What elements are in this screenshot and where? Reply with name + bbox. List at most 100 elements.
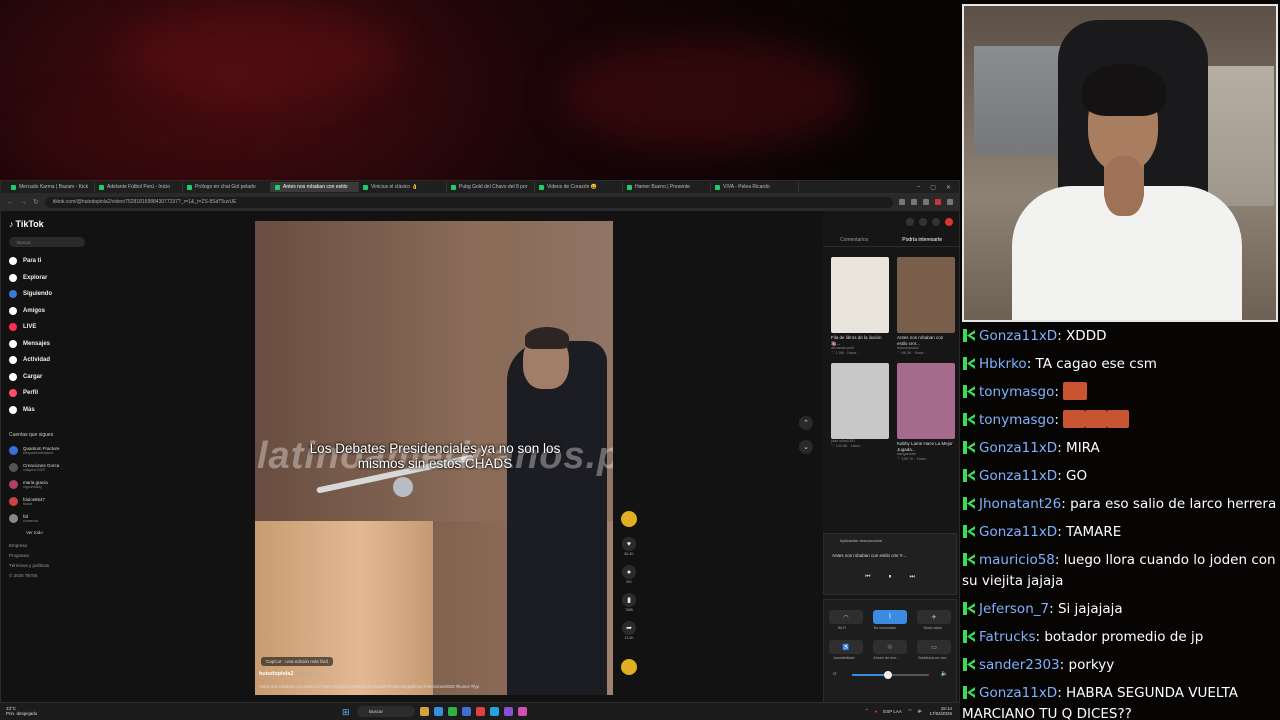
speaker-icon[interactable]: 🔈 xyxy=(941,670,948,677)
settings-icon[interactable] xyxy=(906,218,914,226)
footer-link[interactable]: Programa xyxy=(9,551,49,561)
heart-icon[interactable]: ♥ xyxy=(622,537,636,551)
chat-username[interactable]: Gonza11xD xyxy=(979,468,1057,484)
video-thumbnail[interactable] xyxy=(831,363,889,439)
maximize-button[interactable]: ▢ xyxy=(930,184,936,191)
volume-icon[interactable]: 🔈 xyxy=(918,708,924,714)
sidebar-item-mensajes[interactable]: Mensajes xyxy=(9,336,88,353)
browser-tab[interactable]: Pubg Gold del Chavo del 8 por xyxy=(447,182,535,192)
tiktok-logo[interactable]: ♪ TikTok xyxy=(9,217,88,231)
chat-username[interactable]: Gonza11xD xyxy=(979,440,1057,456)
app-icon[interactable] xyxy=(504,707,513,716)
inbox-icon[interactable] xyxy=(919,218,927,226)
footer-link[interactable]: Términos y políticas xyxy=(9,561,49,571)
tray-app-icon[interactable]: ● xyxy=(875,709,878,714)
search-input[interactable]: Buscar xyxy=(9,237,85,247)
bookmark-icon[interactable]: ▮ xyxy=(622,593,636,607)
next-track-icon[interactable]: ⏭ xyxy=(910,574,915,581)
suggested-video-card[interactable]: juan.silva1391 ♡ 144.6K · Hace... xyxy=(831,363,889,461)
browser-tab[interactable]: VIVA - Pelea Ricardo xyxy=(711,182,799,192)
forward-arrow-icon[interactable]: → xyxy=(20,199,27,206)
user-avatar[interactable] xyxy=(945,218,953,226)
video-thumbnail[interactable] xyxy=(831,257,889,333)
app-icon[interactable] xyxy=(518,707,527,716)
back-arrow-icon[interactable]: ← xyxy=(7,199,14,206)
previous-video-button[interactable]: ⌃ xyxy=(799,416,813,430)
quick-tile-button[interactable]: ✈ xyxy=(917,610,951,624)
video-player[interactable]: latinoamericanos.pe Los Debates Presiden… xyxy=(255,221,613,695)
weather-widget[interactable]: 23°C Prin. despejado xyxy=(6,706,37,716)
browser-tab[interactable]: Mercado Karma | Bazam - Kick xyxy=(7,182,95,192)
pause-icon[interactable]: ⏸ xyxy=(888,574,891,581)
sidebar-item-actividad[interactable]: Actividad xyxy=(9,352,88,369)
sidebar-item-m-s[interactable]: Más xyxy=(9,402,88,419)
browser-tab[interactable]: Antes nos robaban con estilo xyxy=(271,182,359,192)
chat-username[interactable]: sander2303 xyxy=(979,657,1060,673)
send-icon[interactable] xyxy=(932,218,940,226)
suggested-video-card[interactable]: Kabhy Lame Hace La Mejor Jugada... dangan… xyxy=(897,363,955,461)
browser-tab[interactable]: Prólogo en chat Gol pelado xyxy=(183,182,271,192)
language-indicator[interactable]: ESP LAA xyxy=(883,709,902,714)
extension-icon[interactable] xyxy=(911,199,917,205)
clock[interactable]: 15:14 17/04/2026 xyxy=(929,706,952,716)
browser-tab[interactable]: Vinicius el clásico 👌 xyxy=(359,182,447,192)
app-icon[interactable] xyxy=(434,707,443,716)
video-thumbnail[interactable] xyxy=(897,363,955,439)
whatsapp-icon[interactable] xyxy=(448,707,457,716)
close-window-button[interactable]: ✕ xyxy=(946,184,951,191)
edge-icon[interactable] xyxy=(462,707,471,716)
app-icon[interactable] xyxy=(490,707,499,716)
footer-link[interactable]: Empresa xyxy=(9,541,49,551)
chat-username[interactable]: Jhonatant26 xyxy=(979,496,1061,512)
quick-tile-button[interactable]: ♿ xyxy=(829,640,863,654)
video-author[interactable]: hutodopiola2 · Hace 2 días xyxy=(259,671,322,677)
minimize-button[interactable]: – xyxy=(917,184,920,191)
share-icon[interactable]: ➦ xyxy=(622,621,636,635)
followed-account[interactable]: fdulos6547 fdulos xyxy=(9,493,88,510)
file-explorer-icon[interactable] xyxy=(420,707,429,716)
sound-disc[interactable] xyxy=(619,659,639,675)
see-all-link[interactable]: Ver todo xyxy=(26,530,88,535)
extension-icon[interactable] xyxy=(899,199,905,205)
taskbar-search[interactable]: Buscar xyxy=(357,706,415,717)
windows-start-icon[interactable]: ⊞ xyxy=(342,707,352,717)
chat-username[interactable]: tonymasgo xyxy=(979,384,1054,400)
browser-tab[interactable]: Hamer Bueno | Presente xyxy=(623,182,711,192)
menu-icon[interactable] xyxy=(947,199,953,205)
sidebar-item-para-ti[interactable]: Para ti xyxy=(9,253,88,270)
chat-username[interactable]: Gonza11xD xyxy=(979,685,1057,701)
chat-username[interactable]: Hbkrko xyxy=(979,356,1027,372)
reload-icon[interactable]: ↻ xyxy=(33,198,39,206)
volume-slider-knob[interactable] xyxy=(884,670,893,679)
followed-account[interactable]: maria gracia mgcomfaldy xyxy=(9,476,88,493)
browser-tab[interactable]: Adelante Fútbol Perú - Inicio xyxy=(95,182,183,192)
sidebar-item-siguiendo[interactable]: Siguiendo xyxy=(9,286,88,303)
sidebar-item-explorar[interactable]: Explorar xyxy=(9,270,88,287)
sidebar-item-live[interactable]: LIVE xyxy=(9,319,88,336)
suggested-video-card[interactable]: Antes nos robaban con estilo cmr... hutod… xyxy=(897,257,955,355)
quick-tile-button[interactable]: ᛒ xyxy=(873,610,907,624)
followed-account[interactable]: faf comemos xyxy=(9,510,88,527)
quick-tile-button[interactable]: ◠ xyxy=(829,610,863,624)
volume-slider[interactable] xyxy=(851,670,929,679)
star-icon[interactable] xyxy=(923,199,929,205)
chat-username[interactable]: mauricio58 xyxy=(979,552,1055,568)
sidebar-item-perfil[interactable]: Perfil xyxy=(9,385,88,402)
profile-icon[interactable] xyxy=(935,199,941,205)
tray-chevron-icon[interactable]: ⌃ xyxy=(865,708,869,714)
chat-username[interactable]: Fatrucks xyxy=(979,629,1035,645)
chrome-icon[interactable] xyxy=(476,707,485,716)
chat-username[interactable]: tonymasgo xyxy=(979,412,1054,428)
comment-icon[interactable]: ● xyxy=(622,565,636,579)
sidebar-item-cargar[interactable]: Cargar xyxy=(9,369,88,386)
suggested-video-card[interactable]: Fila de libros de la ilusión 📚... armando… xyxy=(831,257,889,355)
creator-avatar[interactable] xyxy=(621,511,637,527)
chat-username[interactable]: Gonza11xD xyxy=(979,328,1057,344)
next-video-button[interactable]: ⌄ xyxy=(799,440,813,454)
chat-username[interactable]: Jeferson_7 xyxy=(979,601,1049,617)
followed-account[interactable]: Creaciones Gorca xdsgohs.0429 xyxy=(9,459,88,476)
capcut-label[interactable]: CapCut · Una edición más fácil xyxy=(261,657,334,666)
previous-track-icon[interactable]: ⏮ xyxy=(865,574,870,581)
network-icon[interactable]: ◠ xyxy=(908,708,912,714)
author-name[interactable]: hutodopiola2 xyxy=(259,671,294,677)
